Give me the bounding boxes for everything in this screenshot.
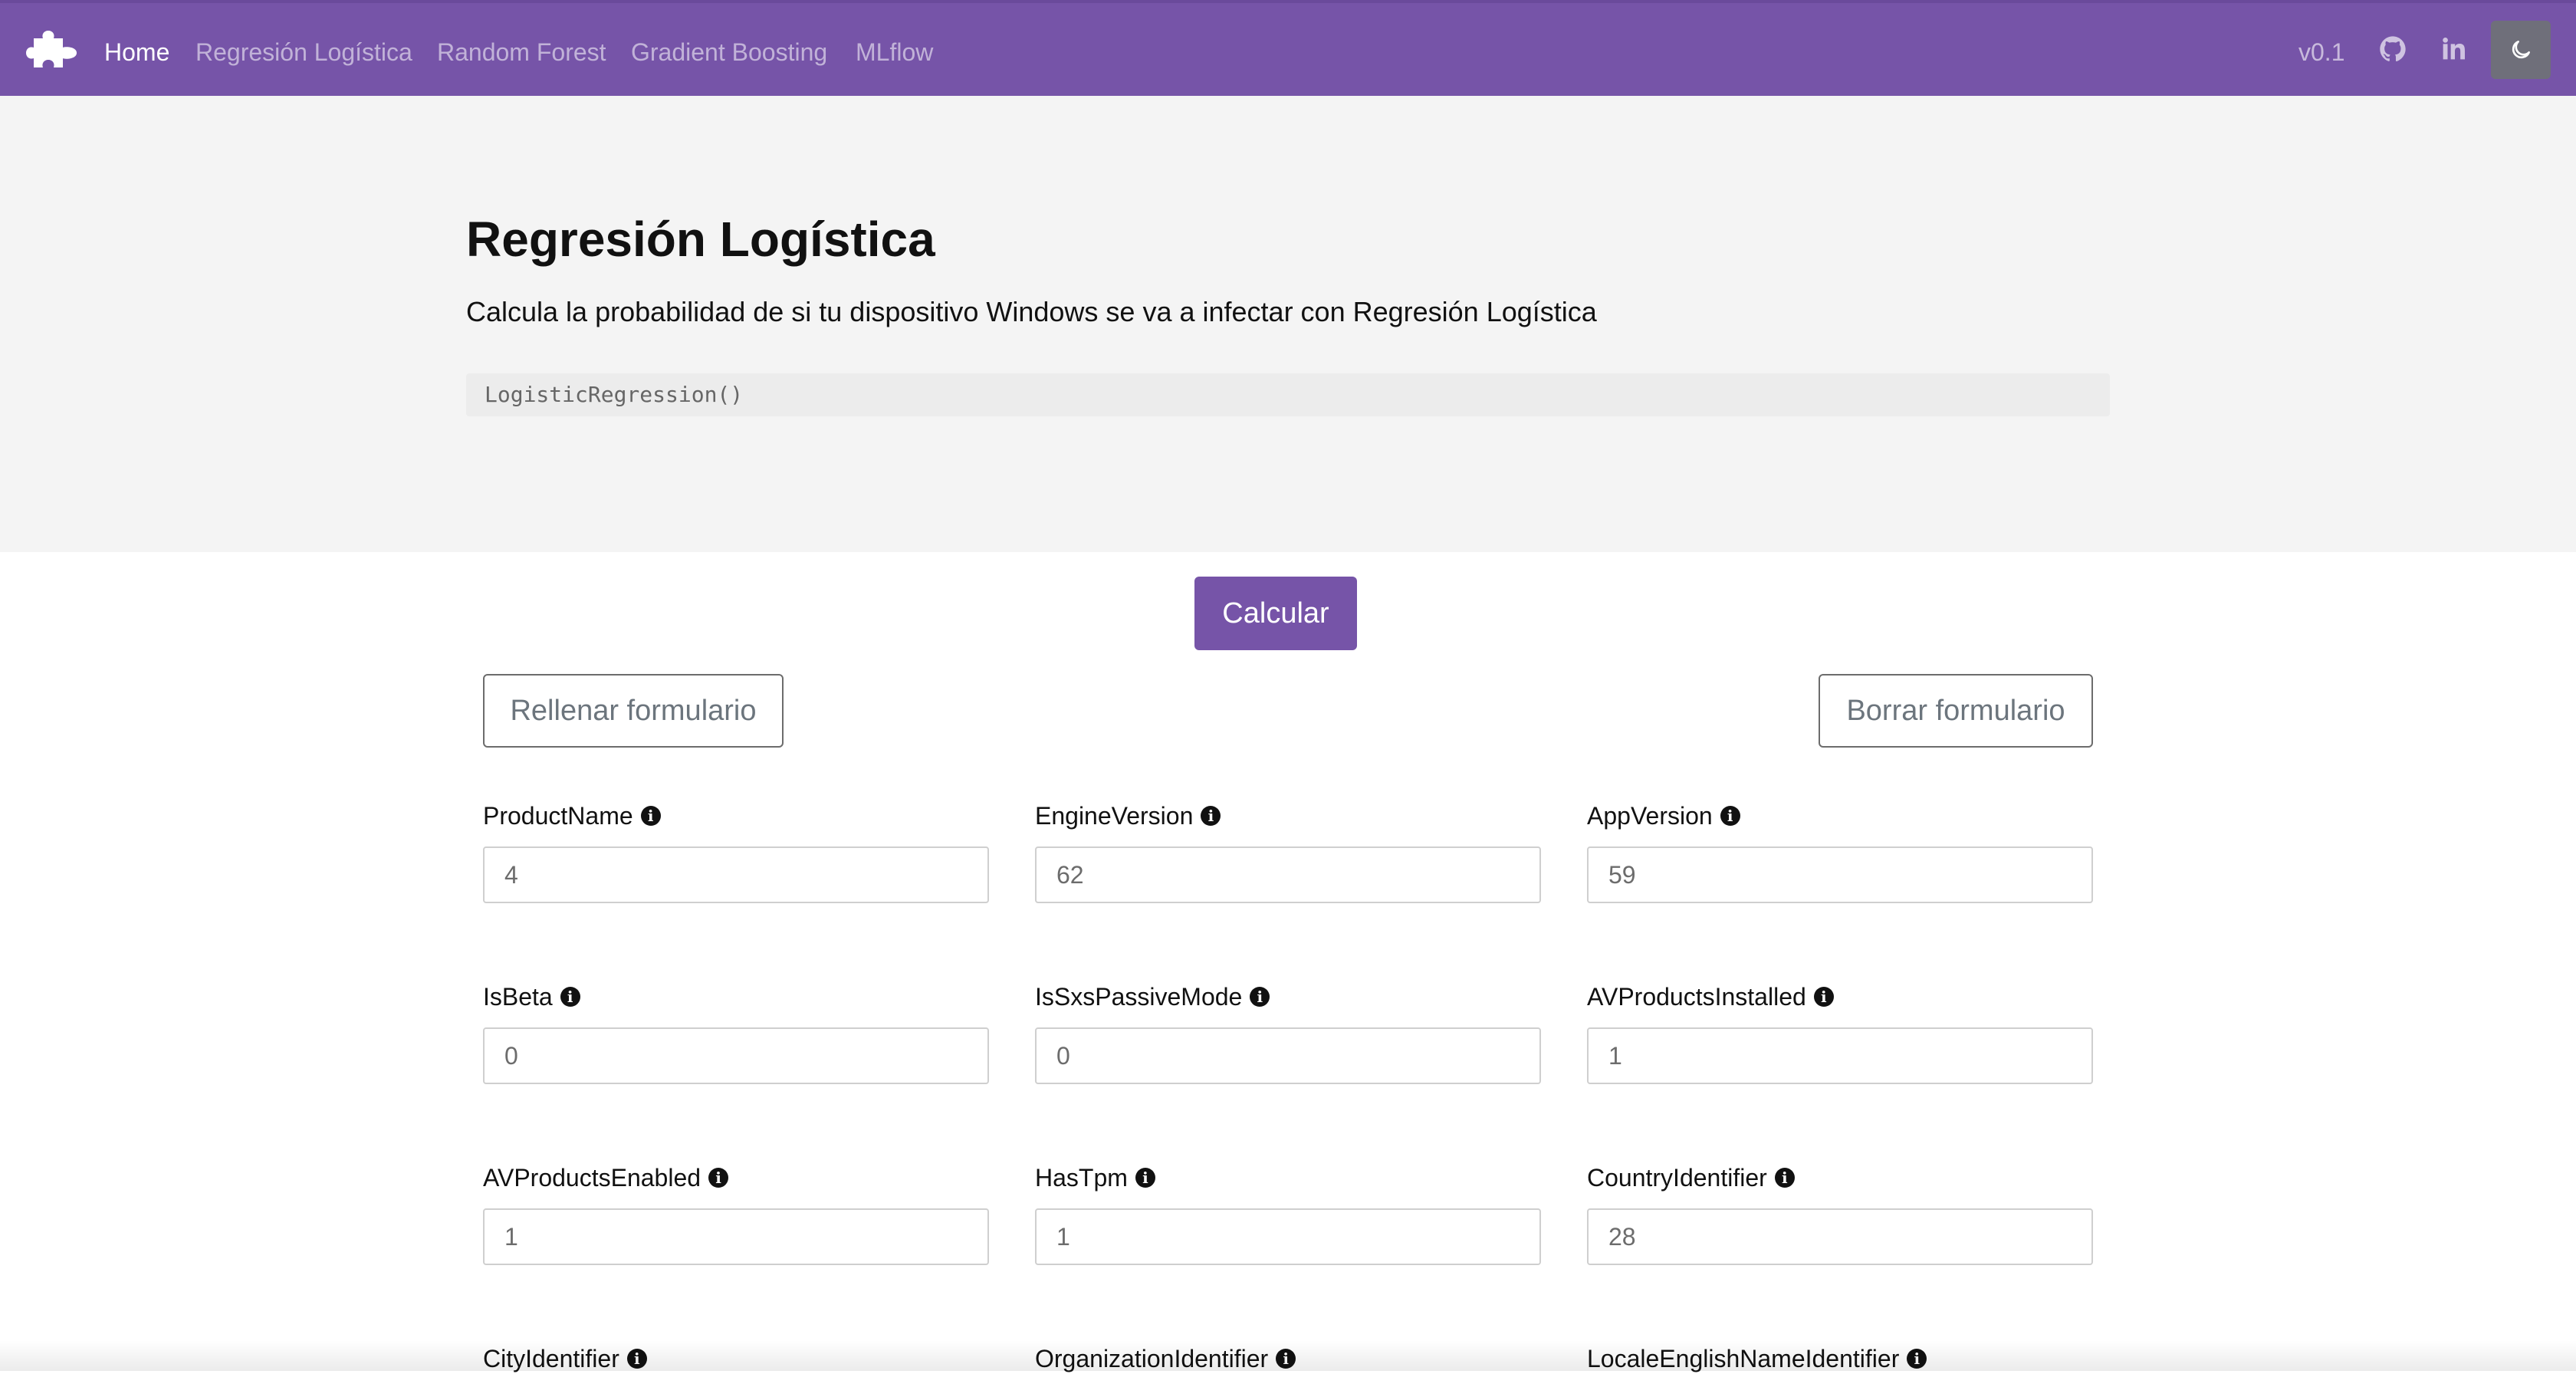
field-label-isbeta: IsBeta i [483,981,580,1012]
field-label-text: AVProductsEnabled [483,1164,702,1192]
field-label-text: IsSxsPassiveMode [1035,983,1243,1011]
field-label-text: ProductName [483,802,633,830]
field-label-avproductsinstalled: AVProductsInstalled i [1587,981,1834,1012]
field-label-countryidentifier: CountryIdentifier i [1587,1162,1795,1193]
fill-form-button[interactable]: Rellenar formulario [483,674,784,748]
info-icon[interactable]: i [1201,806,1221,826]
info-icon[interactable]: i [1720,806,1740,826]
puzzle-icon[interactable] [23,28,80,72]
info-icon[interactable]: i [1813,987,1834,1007]
nav-link-mlflow[interactable]: MLflow [856,37,933,67]
version-label: v0.1 [2298,38,2345,66]
field-label-text: IsBeta [483,983,553,1011]
info-icon[interactable]: i [1276,1349,1296,1369]
info-icon[interactable]: i [1774,1168,1795,1188]
linkedin-icon[interactable] [2438,34,2469,64]
github-icon[interactable] [2377,34,2408,64]
field-label-text: OrganizationIdentifier [1035,1345,1269,1372]
field-label-avproductsenabled: AVProductsEnabled i [483,1162,729,1193]
info-icon[interactable]: i [560,987,580,1007]
field-label-issxspassivemode: IsSxsPassiveMode i [1035,981,1270,1012]
field-label-localeenglishnameidentifier: LocaleEnglishNameIdentifier i [1587,1343,1927,1374]
field-label-appversion: AppVersion i [1587,800,1740,831]
field-label-engineversion: EngineVersion i [1035,800,1221,831]
model-code-block: LogisticRegression() [466,373,2110,416]
info-icon[interactable]: i [1907,1349,1927,1369]
info-icon[interactable]: i [626,1349,647,1369]
field-label-organizationidentifier: OrganizationIdentifier i [1035,1343,1296,1374]
field-label-text: AVProductsInstalled [1587,983,1806,1011]
hastpm-input[interactable] [1035,1208,1541,1265]
field-label-cityidentifier: CityIdentifier i [483,1343,647,1374]
info-icon[interactable]: i [1250,987,1270,1007]
page-subtitle: Calcula la probabilidad de si tu disposi… [466,296,1597,327]
field-label-text: HasTpm [1035,1164,1128,1192]
field-label-text: LocaleEnglishNameIdentifier [1587,1345,1900,1372]
engineversion-input[interactable] [1035,846,1541,903]
field-label-text: AppVersion [1587,802,1713,830]
navbar: Home Regresión Logística Random Forest G… [0,3,2576,96]
countryidentifier-input[interactable] [1587,1208,2093,1265]
info-icon[interactable]: i [640,806,661,826]
nav-link-regresion-logistica[interactable]: Regresión Logística [196,37,412,67]
hero-section: Regresión Logística Calcula la probabili… [0,96,2576,552]
field-label-text: CityIdentifier [483,1345,619,1372]
calculate-button[interactable]: Calcular [1194,577,1357,650]
isbeta-input[interactable] [483,1027,989,1084]
field-label-text: CountryIdentifier [1587,1164,1767,1192]
theme-toggle-button[interactable] [2491,21,2551,79]
info-icon[interactable]: i [1135,1168,1155,1188]
field-label-productname: ProductName i [483,800,661,831]
issxspassivemode-input[interactable] [1035,1027,1541,1084]
page-title: Regresión Logística [466,212,935,267]
clear-form-button[interactable]: Borrar formulario [1819,674,2093,748]
field-label-text: EngineVersion [1035,802,1194,830]
appversion-input[interactable] [1587,846,2093,903]
nav-link-home[interactable]: Home [104,37,169,67]
field-label-hastpm: HasTpm i [1035,1162,1155,1193]
productname-input[interactable] [483,846,989,903]
moon-icon [2512,41,2530,59]
nav-link-random-forest[interactable]: Random Forest [437,37,606,67]
info-icon[interactable]: i [708,1168,729,1188]
avproductsenabled-input[interactable] [483,1208,989,1265]
avproductsinstalled-input[interactable] [1587,1027,2093,1084]
nav-link-gradient-boosting[interactable]: Gradient Boosting [631,37,827,67]
